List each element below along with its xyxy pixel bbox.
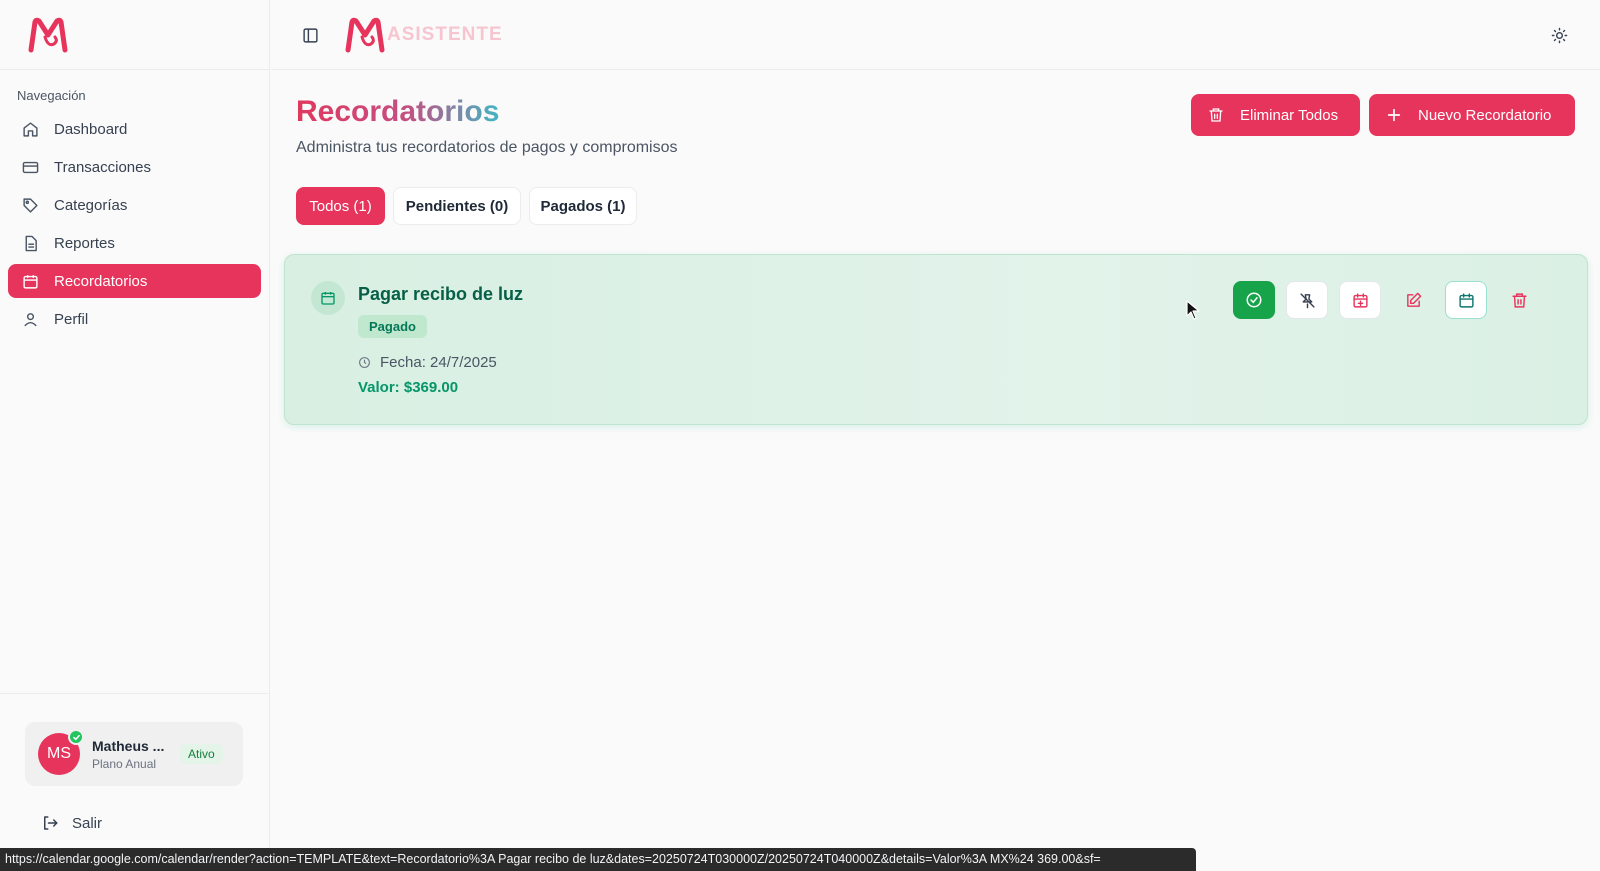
file-text-icon — [21, 234, 39, 252]
mark-paid-button[interactable] — [1233, 281, 1275, 319]
sidebar-item-reportes[interactable]: Reportes — [8, 226, 261, 260]
sidebar-item-label: Perfil — [54, 310, 89, 328]
user-icon — [21, 310, 39, 328]
brand-text: Asistente — [387, 24, 503, 45]
logout-label: Salir — [72, 814, 103, 832]
reminder-title: Pagar recibo de luz — [358, 284, 524, 304]
sidebar-item-perfil[interactable]: Perfil — [8, 302, 261, 336]
page-subtitle: Administra tus recordatorios de pagos y … — [296, 139, 678, 156]
trash-icon — [1208, 107, 1224, 123]
google-calendar-button[interactable] — [1445, 281, 1487, 319]
sidebar-item-label: Reportes — [54, 234, 115, 252]
delete-all-label: Eliminar Todos — [1240, 106, 1339, 124]
new-reminder-button[interactable]: Nuevo Recordatorio — [1369, 94, 1575, 136]
credit-card-icon — [21, 158, 39, 176]
user-info: Matheus ... Plano Anual — [92, 738, 176, 771]
status-badge: Pagado — [358, 315, 427, 338]
reminder-date-text: Fecha: 24/7/2025 — [380, 354, 497, 371]
sidebar-nav: Dashboard Transacciones Categorías Repor… — [0, 112, 269, 336]
sidebar-item-label: Categorías — [54, 196, 128, 214]
edit-icon — [1406, 292, 1421, 307]
logout-icon — [41, 814, 59, 832]
plus-icon — [1386, 107, 1402, 123]
link-preview-statusbar: https://calendar.google.com/calendar/ren… — [0, 848, 1196, 871]
sidebar-footer: MS Matheus ... Plano Anual Ativo Salir — [0, 693, 269, 871]
clock-icon — [358, 356, 371, 369]
tab-todos[interactable]: Todos (1) — [296, 187, 385, 225]
new-reminder-label: Nuevo Recordatorio — [1418, 106, 1552, 124]
avatar-initials: MS — [47, 745, 71, 762]
sidebar-item-label: Transacciones — [54, 158, 151, 176]
sidebar-logo[interactable] — [0, 0, 269, 70]
check-circle-icon — [1246, 292, 1262, 308]
calendar-plus-icon — [1352, 292, 1368, 308]
status-badge: Ativo — [180, 744, 223, 764]
reminder-date: Fecha: 24/7/2025 — [358, 354, 497, 371]
nav-section-label: Navegación — [17, 88, 86, 103]
delete-all-button[interactable]: Eliminar Todos — [1191, 94, 1360, 136]
edit-button[interactable] — [1392, 281, 1434, 319]
tag-icon — [21, 196, 39, 214]
home-icon — [21, 120, 39, 138]
calendar-icon — [311, 281, 345, 315]
sidebar-item-label: Dashboard — [54, 120, 128, 138]
m-logo-icon — [345, 17, 385, 53]
sidebar-item-categorias[interactable]: Categorías — [8, 188, 261, 222]
reminder-card: Pagar recibo de luz Pagado Fecha: 24/7/2… — [284, 254, 1588, 425]
user-plan: Plano Anual — [92, 756, 157, 771]
sidebar: Navegación Dashboard Transacciones Categ… — [0, 0, 270, 871]
theme-toggle-button[interactable] — [1548, 24, 1570, 46]
sidebar-toggle-button[interactable] — [300, 25, 320, 45]
panel-left-icon — [302, 27, 318, 43]
sidebar-item-label: Recordatorios — [54, 272, 148, 290]
add-to-calendar-button[interactable] — [1339, 281, 1381, 319]
avatar: MS — [38, 729, 84, 775]
pin-off-icon — [1299, 292, 1315, 308]
trash-icon — [1511, 292, 1527, 308]
topbar: Asistente — [271, 0, 1600, 70]
filter-tabs: Todos (1) Pendientes (0) Pagados (1) — [296, 187, 645, 225]
m-logo-icon — [28, 17, 68, 52]
unpin-button[interactable] — [1286, 281, 1328, 319]
tab-pagados[interactable]: Pagados (1) — [529, 187, 637, 225]
sun-icon — [1551, 27, 1567, 43]
logout-button[interactable]: Salir — [41, 814, 102, 832]
sidebar-item-dashboard[interactable]: Dashboard — [8, 112, 261, 146]
reminder-actions — [1233, 281, 1551, 319]
user-card[interactable]: MS Matheus ... Plano Anual Ativo — [25, 722, 243, 786]
sidebar-item-transacciones[interactable]: Transacciones — [8, 150, 261, 184]
calendar-icon — [1458, 292, 1474, 308]
verified-check-icon — [68, 729, 84, 745]
brand[interactable]: Asistente — [345, 17, 503, 53]
mouse-cursor-icon — [1186, 300, 1200, 320]
page-title: Recordatorios — [296, 95, 500, 128]
calendar-icon — [21, 272, 39, 290]
sidebar-item-recordatorios[interactable]: Recordatorios — [8, 264, 261, 298]
user-name: Matheus ... — [92, 737, 165, 754]
tab-pendientes[interactable]: Pendientes (0) — [393, 187, 521, 225]
main-content: Recordatorios Administra tus recordatori… — [271, 71, 1600, 871]
delete-button[interactable] — [1498, 281, 1540, 319]
reminder-value: Valor: $369.00 — [358, 379, 459, 396]
